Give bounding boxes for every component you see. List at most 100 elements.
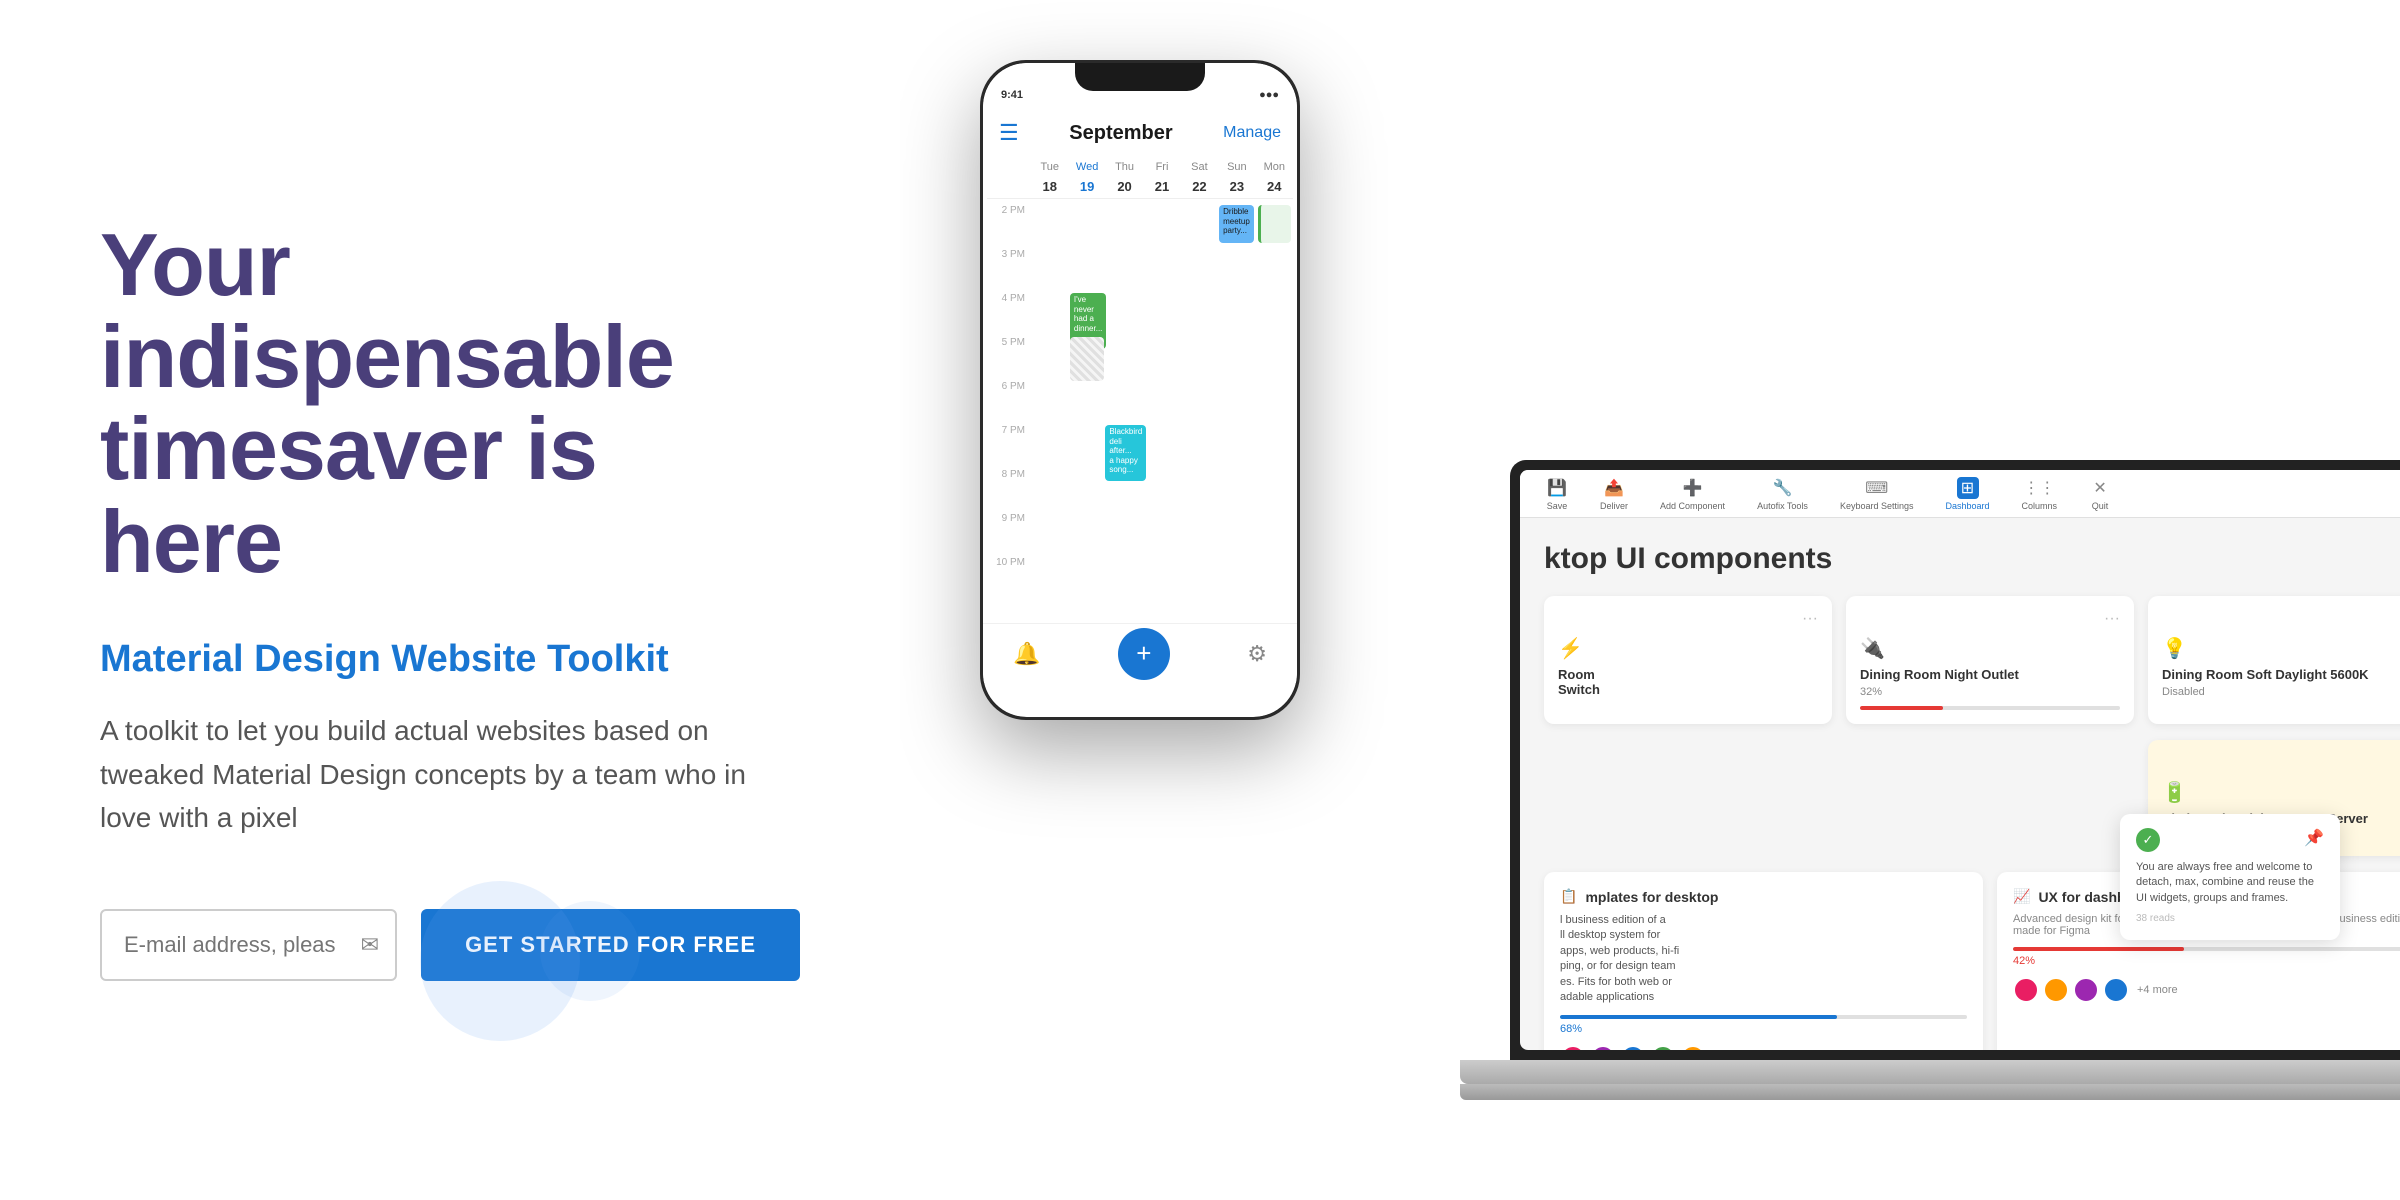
toolbar-quit-btn[interactable]: ✕ Quit bbox=[2079, 473, 2121, 515]
menu-icon: ☰ bbox=[999, 120, 1019, 146]
toolbar-deliver-btn[interactable]: 📤 Deliver bbox=[1590, 473, 1638, 515]
product-description: A toolkit to let you build actual websit… bbox=[100, 709, 800, 839]
card-icon-battery: 🔋 bbox=[2162, 780, 2400, 805]
info-card-icon-templates: 📋 bbox=[1560, 888, 1577, 905]
cal-time-10pm: 10 PM bbox=[987, 555, 1031, 568]
cal-separator bbox=[987, 198, 1293, 199]
cal-row-7pm: 7 PM Blackbirddeli after...a happysong..… bbox=[987, 423, 1293, 467]
info-card-desc-templates: l business edition of a ll desktop syste… bbox=[1560, 913, 1967, 1005]
cal-date-21: 21 bbox=[1143, 177, 1180, 196]
card-icon-switch: ⚡ bbox=[1558, 636, 1818, 661]
info-card-progress-fill bbox=[1560, 1015, 1837, 1019]
avatar-3 bbox=[1620, 1045, 1646, 1050]
ux-avatar-4 bbox=[2103, 977, 2129, 1003]
cal-row-6pm: 6 PM bbox=[987, 379, 1293, 423]
cal-date-20: 20 bbox=[1106, 177, 1143, 196]
card-dots-2: ··· bbox=[1860, 610, 2120, 628]
phone-screen: 9:41 ●●● ☰ September Manage Tue Wed Thu … bbox=[983, 63, 1297, 717]
main-headline: Your indispensable timesaver is here bbox=[100, 219, 800, 589]
cal-body[interactable]: 2 PM Dribblemeetupparty... 3 PM 4 P bbox=[983, 203, 1297, 623]
mockup-section: 9:41 ●●● ☰ September Manage Tue Wed Thu … bbox=[900, 0, 2400, 1200]
cal-row-9pm: 9 PM bbox=[987, 511, 1293, 555]
cal-date-19: 19 bbox=[1068, 177, 1105, 196]
avatar-1 bbox=[1560, 1045, 1586, 1050]
info-card-templates: 📋 mplates for desktop l business edition… bbox=[1544, 872, 1983, 1050]
progress-pct-templates: 68% bbox=[1560, 1023, 1967, 1035]
cal-time-6pm: 6 PM bbox=[987, 379, 1031, 392]
cal-time-7pm: 7 PM bbox=[987, 423, 1031, 436]
toolbar-dashboard-btn[interactable]: ⊞ Dashboard bbox=[1935, 473, 1999, 515]
toolbar-columns-btn[interactable]: ⋮⋮ Columns bbox=[2012, 473, 2068, 515]
phone-month-title: September bbox=[1069, 122, 1172, 145]
info-card-progress-ux bbox=[2013, 947, 2400, 951]
avatars-row-ux: +4 more bbox=[2013, 977, 2400, 1003]
progress-pct-ux: 42% bbox=[2013, 955, 2400, 967]
tooltip-check-icon: ✓ bbox=[2136, 828, 2160, 852]
info-card-progress-templates bbox=[1560, 1015, 1967, 1019]
cal-row-4pm: 4 PM I've neverhad adinner... bbox=[987, 291, 1293, 335]
cal-row-3pm: 3 PM bbox=[987, 247, 1293, 291]
hero-section: Your indispensable timesaver is here Mat… bbox=[0, 139, 900, 1062]
cal-days-header: Tue Wed Thu Fri Sat Sun Mon bbox=[983, 159, 1297, 175]
cal-day-thu: Thu bbox=[1106, 159, 1143, 175]
card-dots-4: ··· bbox=[2162, 754, 2400, 772]
cal-event-today bbox=[1258, 205, 1291, 243]
decorative-bubble-2 bbox=[540, 901, 640, 1001]
ux-avatar-2 bbox=[2043, 977, 2069, 1003]
cal-time-5pm: 5 PM bbox=[987, 335, 1031, 348]
cal-date-23: 23 bbox=[1218, 177, 1255, 196]
cal-time-9pm: 9 PM bbox=[987, 511, 1031, 524]
tooltip-overlay: ✓ 📌 You are always free and welcome to d… bbox=[2120, 814, 2340, 940]
phone-mockup: 9:41 ●●● ☰ September Manage Tue Wed Thu … bbox=[980, 60, 1300, 720]
ux-avatar-3 bbox=[2073, 977, 2099, 1003]
phone-fab-button[interactable]: + bbox=[1118, 628, 1170, 680]
cal-day-sun: Sun bbox=[1218, 159, 1255, 175]
laptop-main-area: ktop UI components ··· ⚡ RoomSwitch bbox=[1520, 518, 2400, 1050]
manage-button[interactable]: Manage bbox=[1223, 124, 1281, 142]
card-daylight: ··· 💡 Dining Room Soft Daylight 5600K Di… bbox=[2148, 596, 2400, 724]
cal-time-8pm: 8 PM bbox=[987, 467, 1031, 480]
cal-time-2pm: 2 PM bbox=[987, 203, 1031, 216]
laptop-foot bbox=[1460, 1084, 2400, 1100]
card-dots-3: ··· bbox=[2162, 610, 2400, 628]
card-status-daylight: Disabled bbox=[2162, 686, 2400, 698]
card-dots: ··· bbox=[1558, 610, 1818, 628]
cal-event-stripe bbox=[1070, 337, 1103, 381]
cal-row-2pm: 2 PM Dribblemeetupparty... bbox=[987, 203, 1293, 247]
avatar-2 bbox=[1590, 1045, 1616, 1050]
cal-row-10pm: 10 PM bbox=[987, 555, 1293, 599]
cal-time-3pm: 3 PM bbox=[987, 247, 1031, 260]
laptop-screen-outer: 💾 Save 📤 Deliver ➕ Add Component 🔧 Autof… bbox=[1510, 460, 2400, 1060]
email-input[interactable] bbox=[100, 909, 397, 981]
card-title-outlet: Dining Room Night Outlet bbox=[1860, 667, 2120, 682]
card-title-switch: RoomSwitch bbox=[1558, 667, 1818, 697]
cal-date-22: 22 bbox=[1181, 177, 1218, 196]
tooltip-text: You are always free and welcome to detac… bbox=[2136, 860, 2324, 906]
tooltip-footnote: 38 reads bbox=[2136, 912, 2324, 926]
laptop-toolbar: 💾 Save 📤 Deliver ➕ Add Component 🔧 Autof… bbox=[1520, 470, 2400, 518]
cards-grid: ··· ⚡ RoomSwitch ··· 🔌 Dining Room Night… bbox=[1544, 596, 2400, 724]
toolbar-autofix-btn[interactable]: 🔧 Autofix Tools bbox=[1747, 473, 1818, 515]
avatar-5 bbox=[1680, 1045, 1706, 1050]
toolbar-keyboard-btn[interactable]: ⌨ Keyboard Settings bbox=[1830, 473, 1924, 515]
cta-row: ✉ GET STARTED FOR FREE bbox=[100, 909, 800, 981]
cal-day-sat: Sat bbox=[1181, 159, 1218, 175]
card-status-outlet: 32% bbox=[1860, 686, 2120, 698]
toolbar-save-btn[interactable]: 💾 Save bbox=[1536, 473, 1578, 515]
avatars-row-templates: +8 more bbox=[1560, 1045, 1967, 1050]
info-card-progress-fill-ux bbox=[2013, 947, 2184, 951]
card-progress-outlet bbox=[1860, 706, 2120, 710]
cal-date-24: 24 bbox=[1256, 177, 1293, 196]
toolbar-add-btn[interactable]: ➕ Add Component bbox=[1650, 473, 1735, 515]
ux-avatar-1 bbox=[2013, 977, 2039, 1003]
phone-header: ☰ September Manage bbox=[983, 107, 1297, 159]
card-room-switch: ··· ⚡ RoomSwitch bbox=[1544, 596, 1832, 724]
cal-dates-header: 18 19 20 21 22 23 24 bbox=[983, 177, 1297, 196]
info-card-title-templates: mplates for desktop bbox=[1585, 889, 1718, 905]
cal-day-tue: Tue bbox=[1031, 159, 1068, 175]
cal-day-fri: Fri bbox=[1143, 159, 1180, 175]
email-icon: ✉ bbox=[361, 932, 379, 958]
card-progress-fill-outlet bbox=[1860, 706, 1943, 710]
more-count-ux: +4 more bbox=[2137, 984, 2178, 996]
laptop-title: ktop UI components bbox=[1544, 542, 2400, 576]
